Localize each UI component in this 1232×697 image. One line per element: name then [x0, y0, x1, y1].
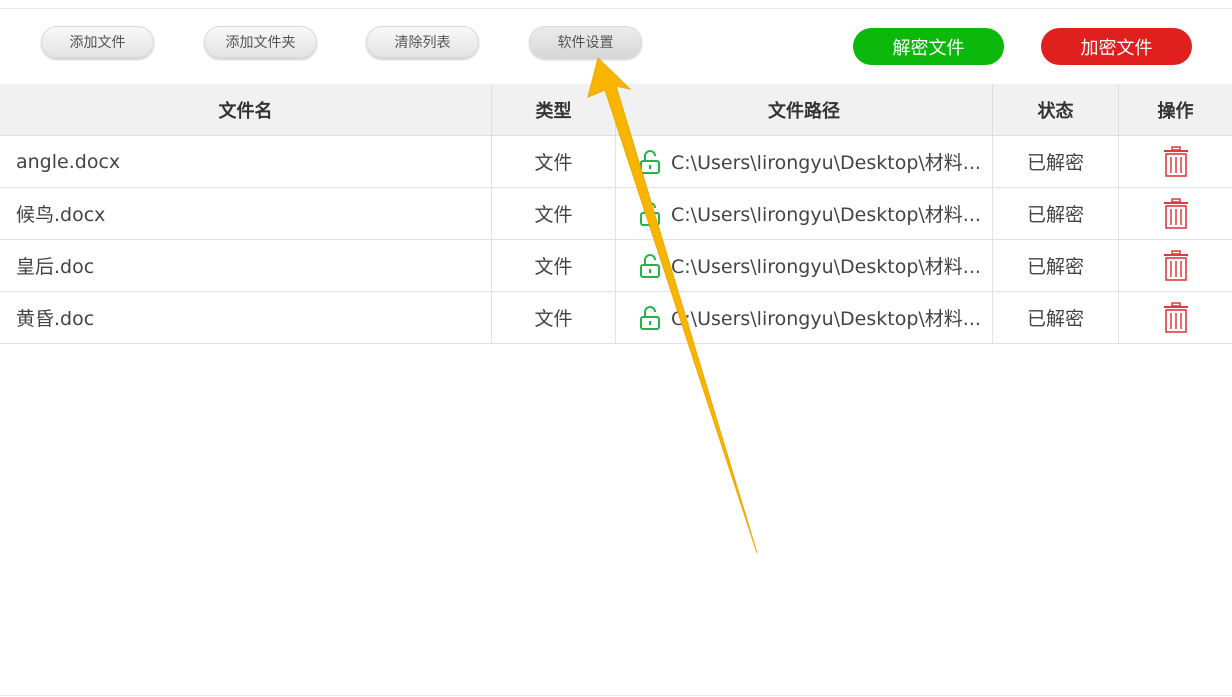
file-path: C:\Users\lirongyu\Desktop\材料...	[671, 204, 981, 226]
trash-icon[interactable]	[1163, 301, 1189, 334]
file-type: 文件	[492, 188, 616, 239]
file-type: 文件	[492, 240, 616, 291]
file-table: 文件名 类型 文件路径 状态 操作 angle.docx 文件 C:\Users\l…	[0, 84, 1232, 344]
file-name: 候鸟.docx	[0, 188, 492, 239]
header-type[interactable]: 类型	[492, 84, 616, 135]
file-path: C:\Users\lirongyu\Desktop\材料...	[671, 152, 981, 174]
add-folder-button[interactable]: 添加文件夹	[204, 26, 317, 58]
top-divider	[0, 8, 1232, 9]
file-status: 已解密	[993, 240, 1119, 291]
file-status: 已解密	[993, 292, 1119, 343]
table-body: angle.docx 文件 C:\Users\lirongyu\Desktop\材料…	[0, 136, 1232, 344]
file-path-cell: C:\Users\lirongyu\Desktop\材料...	[616, 240, 993, 291]
unlock-icon	[639, 305, 661, 331]
add-file-button[interactable]: 添加文件	[41, 26, 154, 58]
settings-button[interactable]: 软件设置	[529, 26, 642, 58]
trash-icon[interactable]	[1163, 197, 1189, 230]
header-status[interactable]: 状态	[993, 84, 1119, 135]
file-path-cell: C:\Users\lirongyu\Desktop\材料...	[616, 292, 993, 343]
file-type: 文件	[492, 292, 616, 343]
header-filename[interactable]: 文件名	[0, 84, 492, 135]
bottom-divider	[0, 695, 1232, 696]
file-name: 皇后.doc	[0, 240, 492, 291]
header-action: 操作	[1157, 100, 1194, 122]
unlock-icon	[639, 253, 661, 279]
file-name: angle.docx	[0, 136, 492, 187]
action-cell	[1119, 136, 1232, 187]
table-row[interactable]: 皇后.doc 文件 C:\Users\lirongyu\Desktop\材料... 已…	[0, 240, 1232, 292]
file-path: C:\Users\lirongyu\Desktop\材料...	[671, 308, 981, 330]
action-cell	[1119, 292, 1232, 343]
encrypt-button[interactable]: 加密文件	[1041, 28, 1192, 65]
decrypt-button[interactable]: 解密文件	[853, 28, 1004, 65]
file-status: 已解密	[993, 136, 1119, 187]
table-row[interactable]: angle.docx 文件 C:\Users\lirongyu\Desktop\材料…	[0, 136, 1232, 188]
file-path: C:\Users\lirongyu\Desktop\材料...	[671, 256, 981, 278]
table-row[interactable]: 候鸟.docx 文件 C:\Users\lirongyu\Desktop\材料...…	[0, 188, 1232, 240]
unlock-icon	[639, 201, 661, 227]
unlock-icon	[639, 149, 661, 175]
file-path-cell: C:\Users\lirongyu\Desktop\材料...	[616, 136, 993, 187]
table-row[interactable]: 黄昏.doc 文件 C:\Users\lirongyu\Desktop\材料... 已…	[0, 292, 1232, 344]
file-name: 黄昏.doc	[0, 292, 492, 343]
file-path-cell: C:\Users\lirongyu\Desktop\材料...	[616, 188, 993, 239]
trash-icon[interactable]	[1163, 145, 1189, 178]
file-type: 文件	[492, 136, 616, 187]
action-cell	[1119, 240, 1232, 291]
clear-list-button[interactable]: 清除列表	[366, 26, 479, 58]
action-cell	[1119, 188, 1232, 239]
header-path[interactable]: 文件路径	[616, 84, 993, 135]
file-status: 已解密	[993, 188, 1119, 239]
trash-icon[interactable]	[1163, 249, 1189, 282]
table-header: 文件名 类型 文件路径 状态 操作	[0, 84, 1232, 136]
